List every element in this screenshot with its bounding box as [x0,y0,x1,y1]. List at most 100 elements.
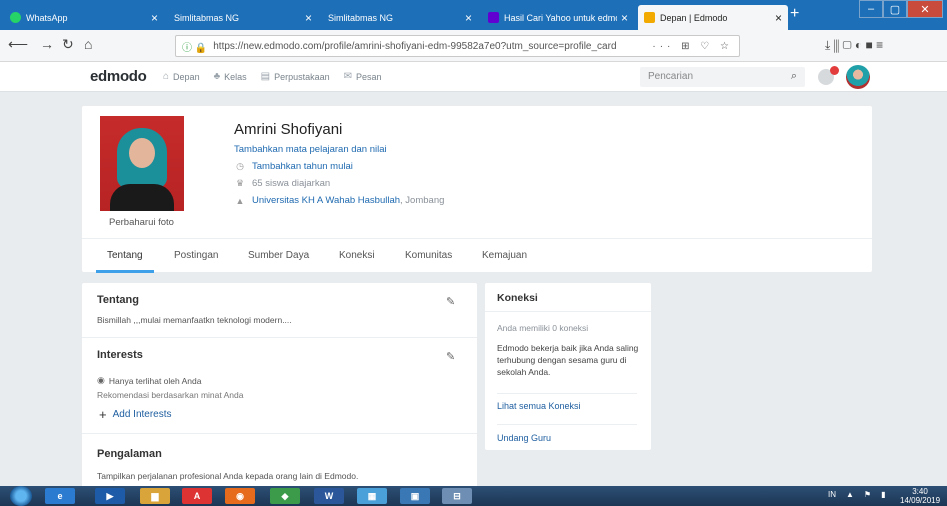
tab-yahoo[interactable]: Hasil Cari Yahoo untuk edmodo × [482,5,634,30]
taskbar-app-firefox[interactable]: ◉ [225,488,255,504]
back-icon[interactable]: ⟵ [8,36,28,53]
add-interests-label: Add Interests [112,409,172,420]
close-icon[interactable]: × [775,11,782,25]
divider [82,433,477,434]
network-icon[interactable]: ▮ [881,490,885,499]
taskbar-app-pdf[interactable]: A [182,488,212,504]
taskbar-app-media[interactable]: ▶ [95,488,125,504]
edmodo-header: edmodo ⌂ Depan ♣ Kelas ▤ Perpustakaan ✉ Pesa… [0,62,947,92]
start-button[interactable] [10,486,32,506]
profile-tabs: Tentang Postingan Sumber Daya Koneksi Ko… [82,238,872,273]
tab-koneksi[interactable]: Koneksi [339,250,375,261]
tab-whatsapp[interactable]: WhatsApp × [4,5,164,30]
forward-icon[interactable]: → [40,36,54,52]
message-icon: ✉ [343,71,353,82]
tentang-title: Tentang [97,294,139,306]
pengalaman-title: Pengalaman [97,448,162,460]
taskbar-app-app2[interactable]: ▦ [357,488,387,504]
tab-label: Depan | Edmodo [660,12,728,23]
clock-icon: ◷ [236,161,244,171]
window-close-button[interactable]: ✕ [907,0,943,18]
divider [497,424,637,425]
minimize-button[interactable]: – [859,0,883,18]
tab-tentang[interactable]: Tentang [107,250,143,261]
tab-label: WhatsApp [26,12,68,23]
class-icon: ♣ [213,71,221,82]
tab-edmodo[interactable]: Depan | Edmodo × [638,5,788,30]
nav-pesan[interactable]: ✉ Pesan [344,71,382,82]
add-subjects-link[interactable]: Tambahkan mata pelajaran dan nilai [234,144,387,155]
yahoo-icon [488,12,499,23]
tab-kemajuan[interactable]: Kemajuan [482,250,527,261]
tab-label: Hasil Cari Yahoo untuk edmodo [504,12,617,23]
home-icon[interactable]: ⌂ [84,36,92,52]
nav-label: Depan [173,71,200,82]
invite-teacher-link[interactable]: Undang Guru [497,433,551,443]
browser-nav-bar: ⟵ → ↻ ⌂ ⓘ 🔒 https://new.edmodo.com/profi… [0,30,947,62]
add-year-link[interactable]: Tambahkan tahun mulai [252,161,353,172]
nav-depan[interactable]: ⌂ Depan [163,71,200,82]
update-photo-link[interactable]: Perbaharui foto [109,217,174,228]
tab-postingan[interactable]: Postingan [174,250,218,261]
tab-simlitabmas-1[interactable]: Simlitabmas NG × [168,5,318,30]
edit-tentang-icon[interactable]: ✎ [446,295,455,308]
taskbar-app-explorer[interactable]: ▆ [140,488,170,504]
edmodo-logo[interactable]: edmodo [90,68,147,85]
visibility-note: ◉ Hanya terlihat oleh Anda [97,375,201,386]
taskbar-app-ie[interactable]: e [45,488,75,504]
library-icon: ▤ [260,71,271,82]
nav-kelas[interactable]: ♣ Kelas [214,71,247,82]
lock-icon: ⓘ 🔒 [182,42,208,54]
edmodo-icon [644,12,655,23]
tab-sumber-daya[interactable]: Sumber Daya [248,250,309,261]
taskbar-app-app[interactable]: ◆ [270,488,300,504]
profile-card: Perbaharui foto Amrini Shofiyani Tambahk… [82,106,872,273]
page-actions[interactable]: ··· ⊞ ♡ ☆ [652,41,733,52]
clock[interactable]: 3:40 14/09/2019 [900,487,940,505]
system-tray: IN ▲ ⚑ ▮ [828,490,886,499]
tab-simlitabmas-2[interactable]: Simlitabmas NG × [322,5,478,30]
start-year-row[interactable]: ◷ Tambahkan tahun mulai [234,161,353,172]
notification-badge [830,66,839,75]
tab-label: Simlitabmas NG [174,12,240,23]
url-bar[interactable]: ⓘ 🔒 https://new.edmodo.com/profile/amrin… [175,35,740,57]
about-card: Tentang ✎ Bismillah ,,,mulai memanfaatkn… [82,283,477,488]
add-subjects-label: Tambahkan mata pelajaran dan nilai [234,144,387,155]
tray-arrow-icon[interactable]: ▲ [846,490,854,499]
avatar[interactable] [846,65,870,89]
close-icon[interactable]: × [621,11,628,25]
new-tab-button[interactable]: + [790,5,799,23]
taskbar-app-app3[interactable]: ▣ [400,488,430,504]
interests-title: Interests [97,349,143,361]
search-icon[interactable]: ⌕ [791,70,797,83]
toolbar-icons[interactable]: ⤓ ⫼ ▢ ◐ ■ ≡ [825,38,883,53]
school-icon: ▲ [235,195,245,206]
nav-perpustakaan[interactable]: ▤ Perpustakaan [261,71,330,82]
search-input[interactable]: Pencarian ⌕ [640,67,805,87]
language-indicator[interactable]: IN [828,490,836,499]
taskbar-app-word[interactable]: W [314,488,344,504]
profile-name: Amrini Shofiyani [234,121,343,138]
flag-icon[interactable]: ⚑ [864,490,871,499]
window-controls: – ▢ ✕ [859,0,943,18]
university-link[interactable]: Universitas KH A Wahab Hasbullah [252,195,400,206]
edit-interests-icon[interactable]: ✎ [446,350,455,363]
close-icon[interactable]: × [305,11,312,25]
taskbar-app-app4[interactable]: ⊟ [442,488,472,504]
students-count: 65 siswa diajarkan [252,178,331,189]
profile-photo[interactable] [100,116,184,211]
see-all-connections-link[interactable]: Lihat semua Koneksi [497,401,581,411]
nav-label: Kelas [224,71,247,82]
close-icon[interactable]: × [151,11,158,25]
reload-icon[interactable]: ↻ [62,36,74,53]
whatsapp-icon [10,12,21,23]
tab-komunitas[interactable]: Komunitas [405,250,452,261]
add-interests-button[interactable]: + Add Interests [99,407,172,422]
windows-taskbar: e ▶ ▆ A ◉ ◆ W ▦ ▣ ⊟ IN ▲ ⚑ ▮ 3:40 14/09/2019 [0,486,947,506]
photo-body [110,184,174,211]
browser-tab-strip: WhatsApp × Simlitabmas NG × Simlitabmas … [0,0,947,30]
maximize-button[interactable]: ▢ [883,0,907,18]
school-row: ▲ Universitas KH A Wahab Hasbullah, Jomb… [234,195,445,206]
close-icon[interactable]: × [465,11,472,25]
pengalaman-text: Tampilkan perjalanan profesional Anda ke… [97,471,359,481]
